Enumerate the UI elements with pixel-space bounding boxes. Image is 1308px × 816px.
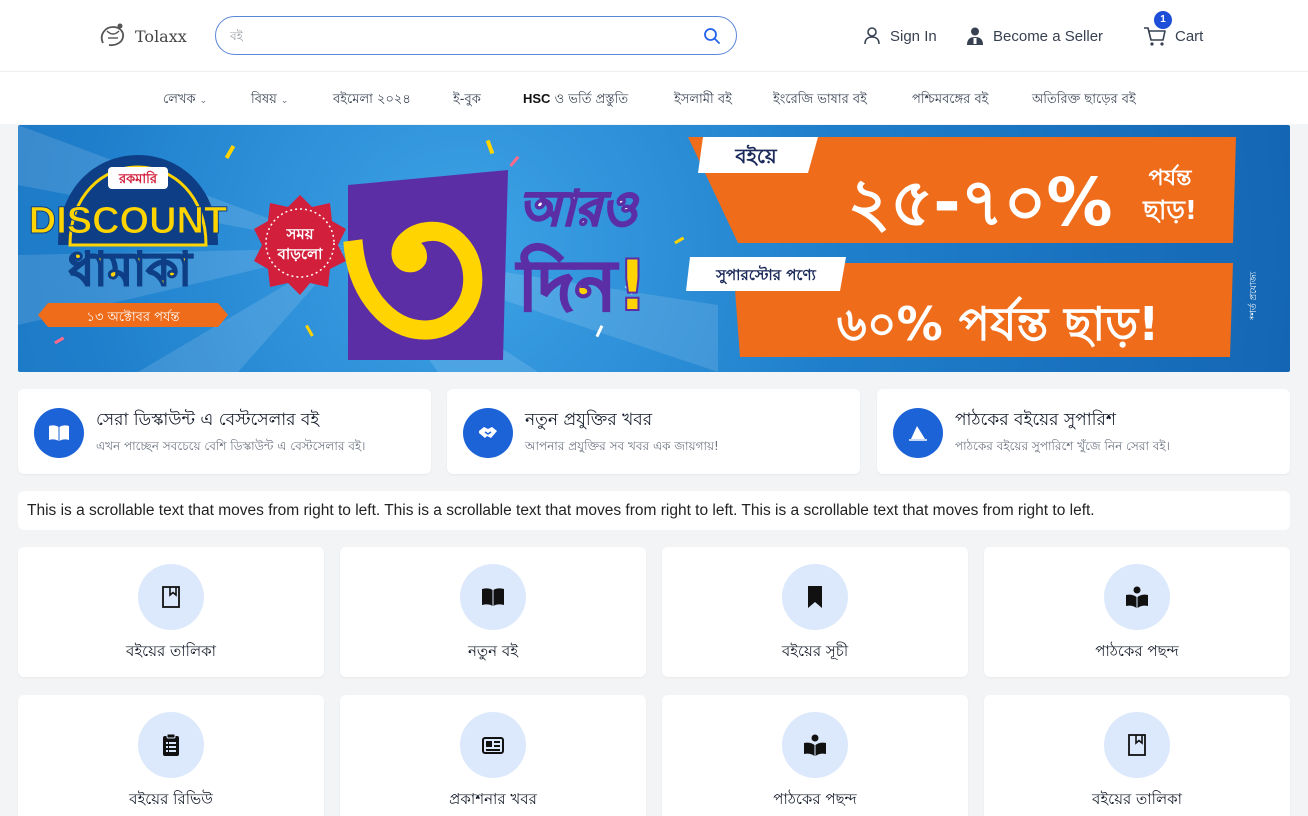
category-card-publishing-news[interactable]: প্রকাশনার খবর <box>340 695 646 816</box>
newspaper-icon <box>482 737 504 754</box>
seller-icon <box>967 27 983 45</box>
sign-in-label: Sign In <box>890 27 937 45</box>
category-card-book-list[interactable]: বইয়ের তালিকা <box>18 547 324 677</box>
marquee-text: This is a scrollable text that moves fro… <box>27 502 1095 519</box>
nav-item-author[interactable]: লেখক ⌄ <box>163 90 207 111</box>
promo-banner[interactable]: রকমারি DISCOUNT ধামাকা ১৩ অক্টোবর পর্যন্… <box>18 125 1290 372</box>
logo[interactable]: Tolaxx <box>97 20 187 52</box>
logo-text: Tolaxx <box>135 26 187 46</box>
chevron-down-icon: ⌄ <box>280 96 289 106</box>
banner-art: রকমারি DISCOUNT ধামাকা ১৩ অক্টোবর পর্যন্… <box>18 125 1259 372</box>
category-card-readers-choice[interactable]: পাঠকের পছন্দ <box>984 547 1290 677</box>
chevron-down-icon: ⌄ <box>199 96 208 106</box>
feature-title: পাঠকের বইয়ের সুপারিশ <box>955 410 1116 430</box>
bookmark-outline-icon <box>1128 734 1146 756</box>
search-input[interactable] <box>230 25 690 47</box>
handshake-icon <box>479 427 497 438</box>
svg-text:দিন!: দিন! <box>516 243 649 327</box>
become-seller-link[interactable]: Become a Seller <box>965 24 1103 48</box>
category-label: বইয়ের রিভিউ <box>129 790 213 808</box>
user-icon <box>864 27 880 45</box>
category-label: বইয়ের তালিকা <box>126 642 216 660</box>
feature-subtitle: পাঠকের বইয়ের সুপারিশে খুঁজে নিন সেরা বই… <box>955 439 1170 453</box>
feature-title: নতুন প্রযুক্তির খবর <box>525 410 653 430</box>
search-icon[interactable] <box>702 26 722 46</box>
category-card-readers-choice-2[interactable]: পাঠকের পছন্দ <box>662 695 968 816</box>
category-label: পাঠকের পছন্দ <box>1095 642 1179 660</box>
svg-text:১৩ অক্টোবর পর্যন্ত: ১৩ অক্টোবর পর্যন্ত <box>87 309 181 325</box>
svg-text:পর্যন্ত: পর্যন্ত <box>1149 163 1193 191</box>
svg-text:*শর্ত প্রযোজ্য: *শর্ত প্রযোজ্য <box>1248 271 1259 320</box>
sign-in-link[interactable]: Sign In <box>862 24 937 48</box>
category-label: বইয়ের তালিকা <box>1092 790 1182 808</box>
category-label: নতুন বই <box>467 642 519 660</box>
svg-text:সময়: সময় <box>285 225 314 243</box>
nav-item-book-fair[interactable]: বইমেলা ২০২৪ <box>333 90 411 111</box>
nav-item-islamic[interactable]: ইসলামী বই <box>674 90 732 111</box>
svg-text:বাড়লো: বাড়লো <box>277 245 324 263</box>
category-label: প্রকাশনার খবর <box>449 790 537 808</box>
svg-text:আরও: আরও <box>519 181 639 237</box>
scrolling-announcement: This is a scrollable text that moves fro… <box>18 491 1290 530</box>
svg-text:৩: ৩ <box>338 145 488 372</box>
cart-label: Cart <box>1175 27 1204 45</box>
cart-link[interactable]: 1 Cart <box>1143 11 1204 48</box>
open-book-icon <box>482 588 504 606</box>
nav-item-ebook[interactable]: ই-বুক <box>453 90 481 111</box>
reader-icon <box>804 734 826 756</box>
category-card-book-review[interactable]: বইয়ের রিভিউ <box>18 695 324 816</box>
svg-text:৬০% পর্যন্ত ছাড়!: ৬০% পর্যন্ত ছাড়! <box>837 297 1159 351</box>
category-card-book-list-2[interactable]: বইয়ের তালিকা <box>984 695 1290 816</box>
become-seller-label: Become a Seller <box>993 27 1104 45</box>
svg-text:ছাড়!: ছাড়! <box>1142 196 1197 226</box>
open-book-icon <box>49 425 69 441</box>
nav-item-hsc-admission[interactable]: HSC ও ভর্তি প্রস্তুতি <box>523 90 628 111</box>
logo-icon <box>100 23 125 47</box>
nav-item-extra-discount[interactable]: অতিরিক্ত ছাড়ের বই <box>1032 90 1136 111</box>
svg-text:বইয়ে: বইয়ে <box>734 144 778 168</box>
category-nav: লেখক ⌄ বিষয় ⌄ বইমেলা ২০২৪ ই-বুক HSC ও ভর্… <box>0 72 1308 124</box>
bookmark-outline-icon <box>162 586 180 608</box>
feature-subtitle: এখন পাচ্ছেন সবচেয়ে বেশি ডিস্কাউন্ট এ বে… <box>96 439 366 453</box>
nav-item-english[interactable]: ইংরেজি ভাষার বই <box>773 90 867 111</box>
feature-card-recommendations[interactable]: পাঠকের বইয়ের সুপারিশ পাঠকের বইয়ের সুপা… <box>877 389 1290 474</box>
category-label: বইয়ের সূচী <box>781 642 849 660</box>
feature-card-tech-news[interactable]: নতুন প্রযুক্তির খবর আপনার প্রযুক্তির সব … <box>447 389 860 474</box>
feature-subtitle: আপনার প্রযুক্তির সব খবর এক জায়গায়! <box>525 439 719 453</box>
category-label: পাঠকের পছন্দ <box>773 790 857 808</box>
svg-text:ধামাকা: ধামাকা <box>68 242 193 296</box>
svg-text:২৫-৭০%: ২৫-৭০% <box>847 164 1112 241</box>
category-card-book-index[interactable]: বইয়ের সূচী <box>662 547 968 677</box>
clipboard-icon <box>163 733 179 756</box>
bookmark-icon <box>808 586 822 608</box>
category-card-new-books[interactable]: নতুন বই <box>340 547 646 677</box>
cart-count-badge: 1 <box>1154 11 1172 29</box>
site-header: Tolaxx Sign In Become a Seller <box>0 0 1308 72</box>
svg-text:DISCOUNT: DISCOUNT <box>29 200 227 242</box>
reader-icon <box>1126 586 1148 608</box>
feature-title: সেরা ডিস্কাউন্ট এ বেস্টসেলার বই <box>96 410 320 430</box>
search-bar <box>215 16 737 55</box>
sailboat-icon <box>909 426 927 441</box>
feature-card-bestseller[interactable]: সেরা ডিস্কাউন্ট এ বেস্টসেলার বই এখন পাচ্… <box>18 389 431 474</box>
svg-text:সুপারস্টোর পণ্যে: সুপারস্টোর পণ্যে <box>715 265 816 284</box>
nav-item-west-bengal[interactable]: পশ্চিমবঙ্গের বই <box>912 90 988 111</box>
nav-item-subject[interactable]: বিষয় ⌄ <box>251 90 288 111</box>
svg-text:রকমারি: রকমারি <box>118 170 158 187</box>
